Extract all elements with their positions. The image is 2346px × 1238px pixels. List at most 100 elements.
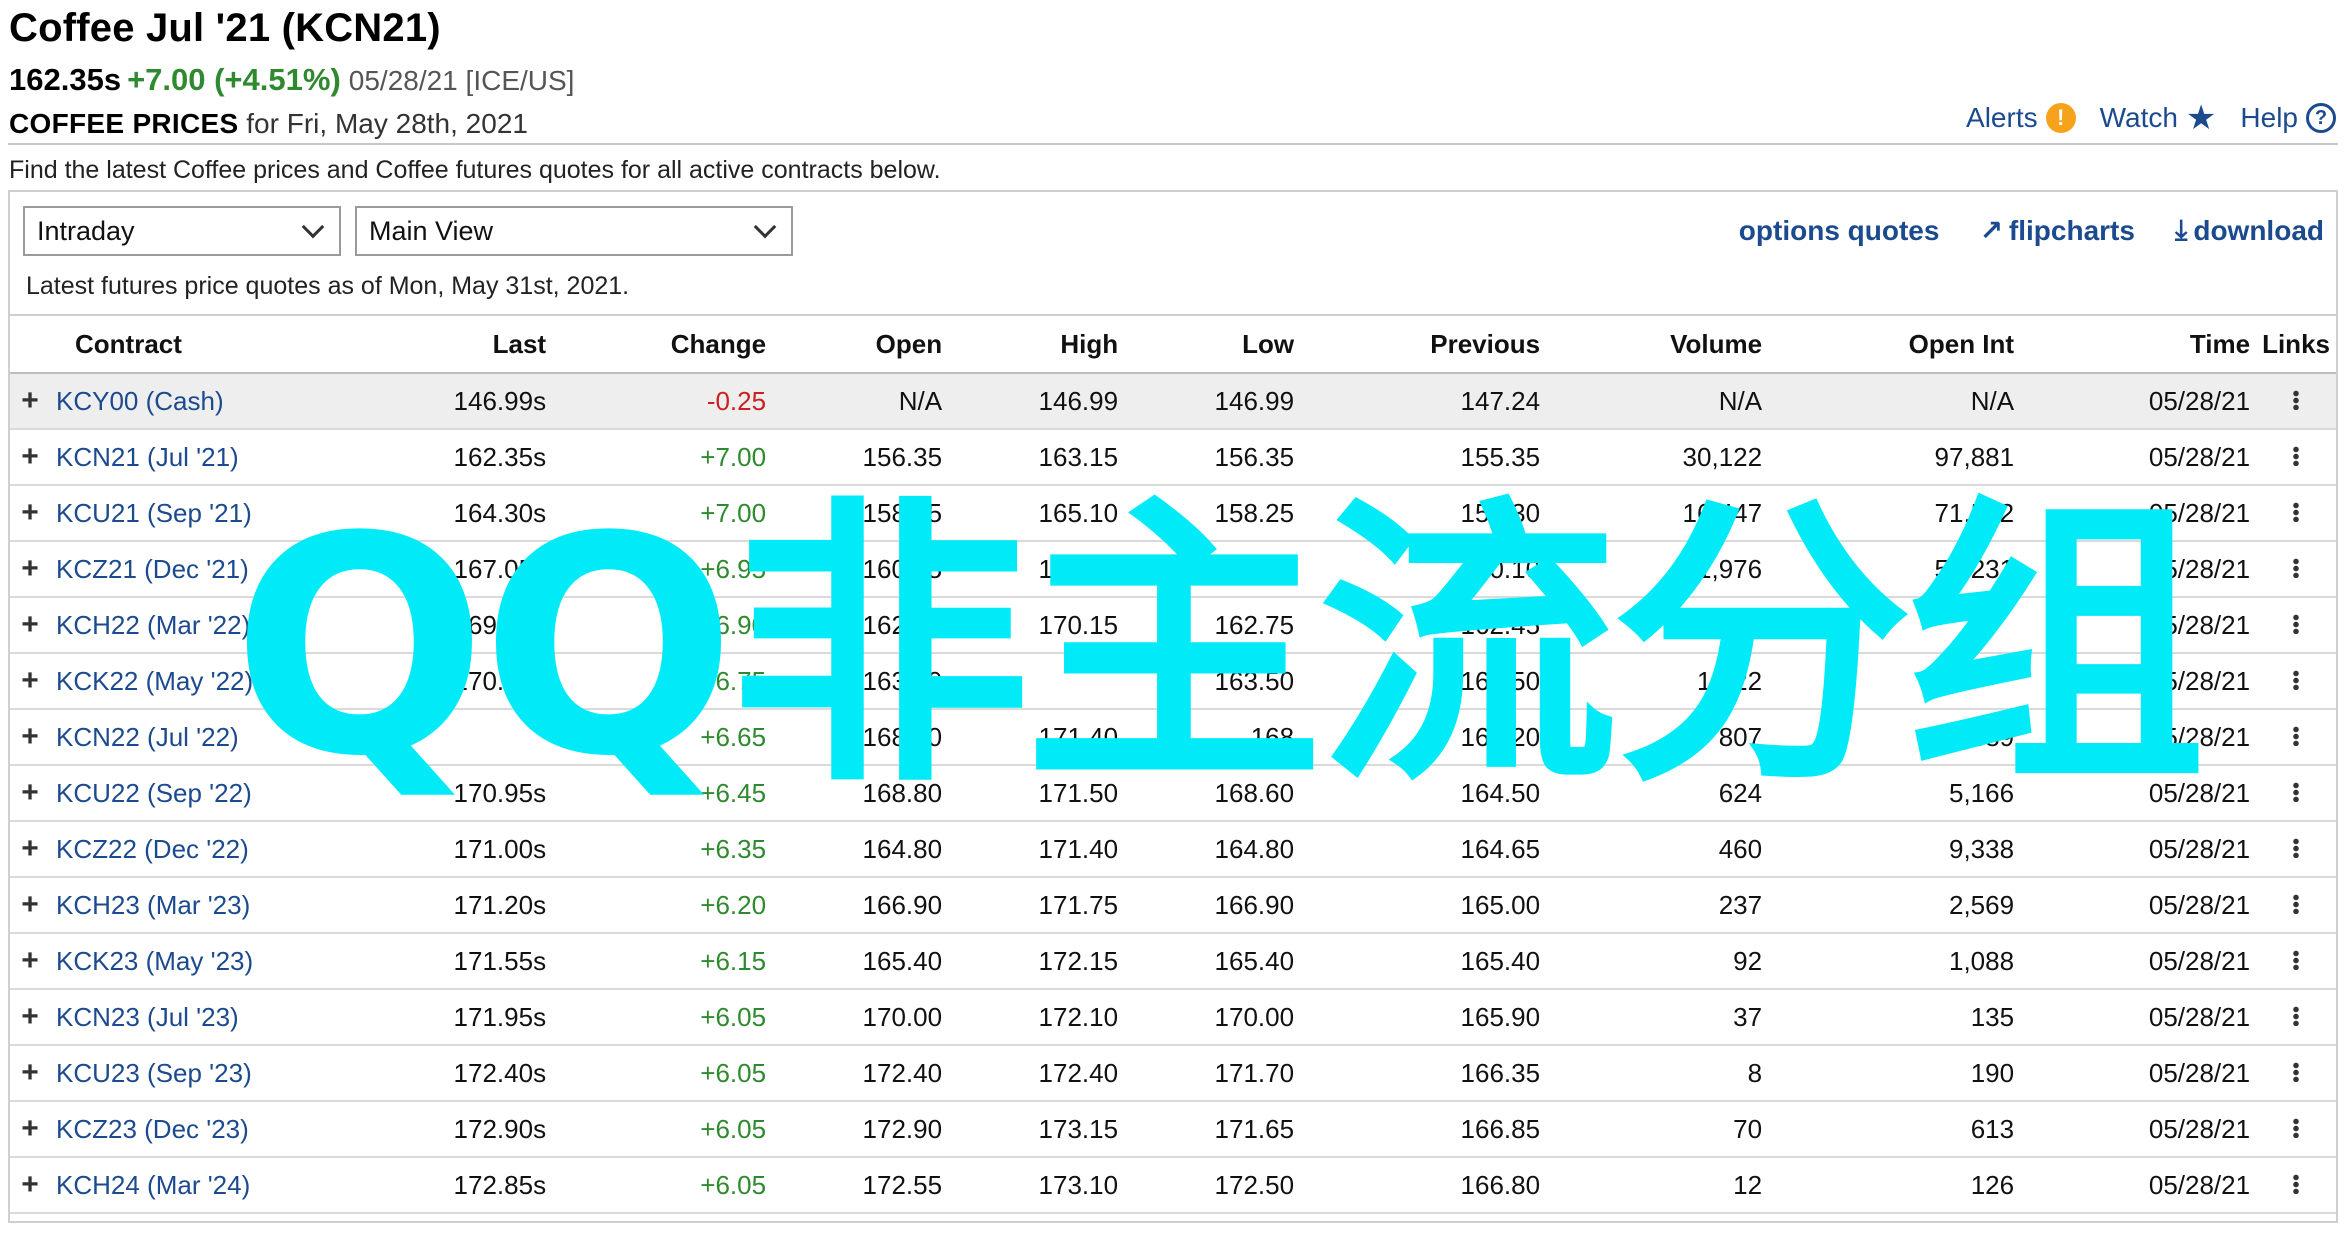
- watch-label: Watch: [2099, 102, 2178, 133]
- expand-plus-icon[interactable]: +: [10, 1101, 50, 1158]
- contract-link[interactable]: KCH23 (Mar '23): [50, 877, 413, 934]
- row-menu[interactable]: [2256, 877, 2336, 934]
- contract-link[interactable]: KCZ21 (Dec '21): [50, 541, 413, 598]
- row-menu[interactable]: [2256, 933, 2336, 990]
- cell-previous: 163.50: [1300, 653, 1547, 710]
- cell-low: 156.35: [1124, 429, 1301, 486]
- col-header-time[interactable]: Time: [2020, 314, 2257, 374]
- contract-link[interactable]: KCH22 (Mar '22): [50, 597, 413, 654]
- row-menu[interactable]: [2256, 373, 2336, 430]
- cell-previous: 165.40: [1300, 933, 1547, 990]
- table-row: + KCZ22 (Dec '22) 171.00s +6.35 164.80 171.40…: [10, 821, 2336, 878]
- expand-plus-icon[interactable]: +: [10, 429, 50, 486]
- contract-link[interactable]: KCN23 (Jul '23): [50, 989, 413, 1046]
- col-header-contract[interactable]: Contract: [10, 314, 413, 374]
- expand-plus-icon[interactable]: +: [10, 1045, 50, 1102]
- expand-plus-icon[interactable]: +: [10, 597, 50, 654]
- cell-low: 166.90: [1124, 877, 1301, 934]
- chevron-down-icon: [753, 215, 777, 239]
- table-row: + KCU23 (Sep '23) 172.40s +6.05 172.40 172.40…: [10, 1045, 2336, 1102]
- cell-previous: 165.00: [1300, 877, 1547, 934]
- cell-previous: 166.85: [1300, 1101, 1547, 1158]
- contract-link[interactable]: KCN22 (Jul '22): [50, 709, 413, 766]
- cell-open-int: 52,231: [1768, 541, 2021, 598]
- contract-link[interactable]: KCU21 (Sep '21): [50, 485, 413, 542]
- row-menu[interactable]: [2256, 1101, 2336, 1158]
- col-header-high[interactable]: High: [948, 314, 1125, 374]
- expand-plus-icon[interactable]: +: [10, 989, 50, 1046]
- expand-plus-icon[interactable]: +: [10, 709, 50, 766]
- cell-time: 05/28/21: [2020, 541, 2257, 598]
- expand-plus-icon[interactable]: +: [10, 1157, 50, 1214]
- cell-previous: 165.90: [1300, 989, 1547, 1046]
- row-menu[interactable]: [2256, 1157, 2336, 1214]
- row-menu[interactable]: [2256, 597, 2336, 654]
- subtitle-date: for Fri, May 28th, 2021: [246, 108, 528, 139]
- subtitle-label: COFFEE PRICES: [9, 108, 239, 139]
- row-menu[interactable]: [2256, 765, 2336, 822]
- col-header-low[interactable]: Low: [1124, 314, 1301, 374]
- cell-volume: 30,122: [1546, 429, 1769, 486]
- cell-volume: 92: [1546, 933, 1769, 990]
- expand-plus-icon[interactable]: +: [10, 485, 50, 542]
- contract-link[interactable]: KCK23 (May '23): [50, 933, 413, 990]
- expand-plus-icon[interactable]: +: [10, 933, 50, 990]
- col-header-change[interactable]: Change: [552, 314, 773, 374]
- cell-high: 146.99: [948, 373, 1125, 430]
- row-menu[interactable]: [2256, 541, 2336, 598]
- download-link[interactable]: ⤓ download: [2175, 214, 2324, 247]
- expand-plus-icon[interactable]: +: [10, 821, 50, 878]
- cell-open-int: 190: [1768, 1045, 2021, 1102]
- contract-link[interactable]: KCU22 (Sep '22): [50, 765, 413, 822]
- row-menu[interactable]: [2256, 989, 2336, 1046]
- contract-link[interactable]: KCY00 (Cash): [50, 373, 413, 430]
- view-select[interactable]: Main View: [355, 206, 793, 256]
- col-header-open-int[interactable]: Open Int: [1768, 314, 2021, 374]
- contract-link[interactable]: KCU23 (Sep '23): [50, 1045, 413, 1102]
- contract-link[interactable]: KCN21 (Jul '21): [50, 429, 413, 486]
- help-link[interactable]: Help ?: [2240, 102, 2336, 134]
- row-menu[interactable]: [2256, 653, 2336, 710]
- contract-link[interactable]: KCK22 (May '22): [50, 653, 413, 710]
- as-of-text: Latest futures price quotes as of Mon, M…: [26, 272, 630, 300]
- cell-low: 146.99: [1124, 373, 1301, 430]
- cell-change: +6.20: [552, 877, 773, 934]
- cell-low: 163.50: [1124, 653, 1301, 710]
- flipcharts-link[interactable]: ↗ flipcharts: [1979, 214, 2135, 247]
- cell-volume: 6,4: [1546, 597, 1769, 654]
- cell-previous: 164.65: [1300, 821, 1547, 878]
- col-header-volume[interactable]: Volume: [1546, 314, 1769, 374]
- expand-plus-icon[interactable]: +: [10, 765, 50, 822]
- options-quotes-link[interactable]: options quotes: [1739, 214, 1940, 247]
- cell-open: 160.75: [772, 541, 949, 598]
- contract-link[interactable]: KCZ23 (Dec '23): [50, 1101, 413, 1158]
- cell-time: 05/28/21: [2020, 373, 2257, 430]
- col-header-previous[interactable]: Previous: [1300, 314, 1547, 374]
- table-row: + KCZ21 (Dec '21) 167.05s +6.95 160.75 167.75…: [10, 541, 2336, 598]
- row-menu[interactable]: [2256, 709, 2336, 766]
- watch-link[interactable]: Watch ★: [2099, 101, 2217, 135]
- contract-link[interactable]: KCH24 (Mar '24): [50, 1157, 413, 1214]
- cell-change: +6.65: [552, 709, 773, 766]
- row-menu[interactable]: [2256, 821, 2336, 878]
- cell-low: 168: [1124, 709, 1301, 766]
- row-menu[interactable]: [2256, 429, 2336, 486]
- period-select[interactable]: Intraday: [23, 206, 341, 256]
- col-header-open[interactable]: Open: [772, 314, 949, 374]
- last-price: 162.35s: [9, 62, 122, 97]
- cell-open-int: 97,881: [1768, 429, 2021, 486]
- cell-high: 165.10: [948, 485, 1125, 542]
- contract-link[interactable]: KCZ22 (Dec '22): [50, 821, 413, 878]
- cell-change: +6.35: [552, 821, 773, 878]
- expand-plus-icon[interactable]: +: [10, 653, 50, 710]
- alerts-link[interactable]: Alerts !: [1966, 102, 2076, 134]
- expand-plus-icon[interactable]: +: [10, 541, 50, 598]
- expand-plus-icon[interactable]: +: [10, 877, 50, 934]
- kebab-menu-icon: [2293, 669, 2300, 690]
- cell-volume: 624: [1546, 765, 1769, 822]
- row-menu[interactable]: [2256, 1045, 2336, 1102]
- row-menu[interactable]: [2256, 485, 2336, 542]
- cell-high: 172.15: [948, 933, 1125, 990]
- expand-plus-icon[interactable]: +: [10, 373, 50, 430]
- col-header-last[interactable]: Last: [412, 314, 553, 374]
